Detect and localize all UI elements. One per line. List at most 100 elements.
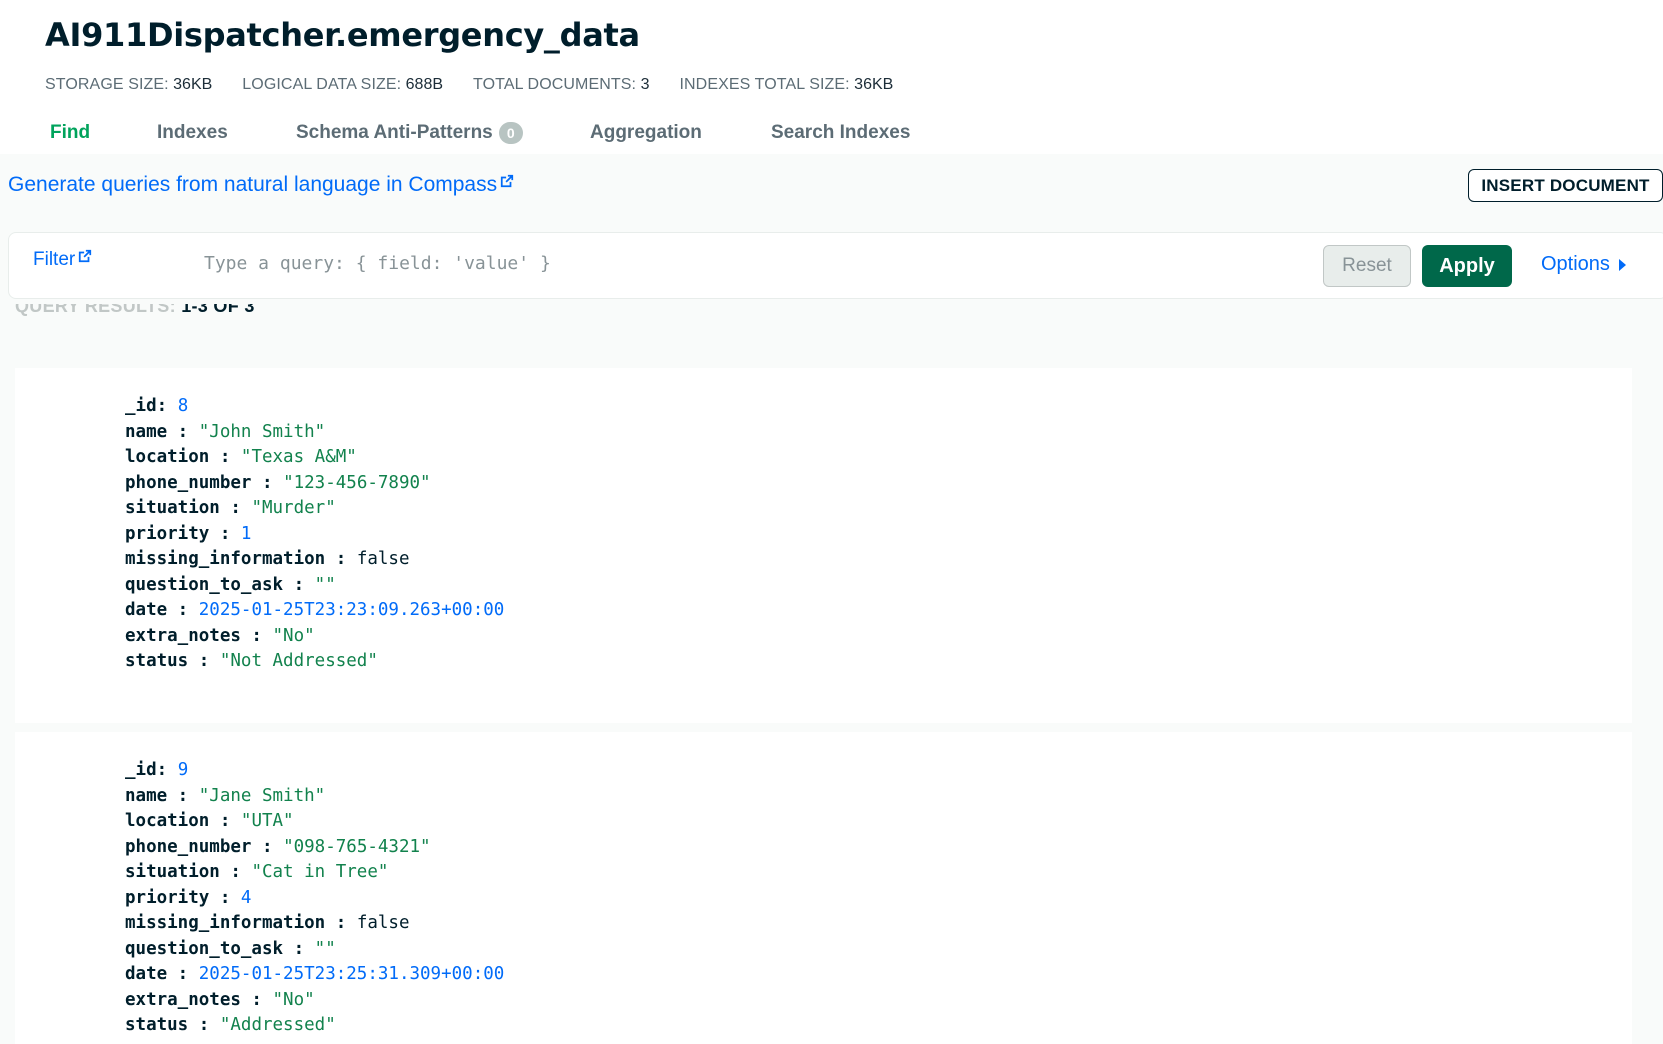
tab-search-indexes[interactable]: Search Indexes xyxy=(771,122,910,144)
field-priority: priority : 4 xyxy=(125,886,504,912)
document-card[interactable]: _id: 9 name : "Jane Smith" location : "U… xyxy=(15,732,1632,1044)
field-question-to-ask: question_to_ask : "" xyxy=(125,573,504,599)
field-value: 2025-01-25T23:23:09.263+00:00 xyxy=(198,600,505,620)
document-fields: _id: 8 name : "John Smith" location : "T… xyxy=(125,394,504,675)
field-key: location : xyxy=(125,811,231,831)
stat-storage-size: STORAGE SIZE: 36KB xyxy=(45,76,212,94)
apply-button[interactable]: Apply xyxy=(1422,245,1512,287)
field-value: "" xyxy=(314,938,336,959)
generate-queries-link[interactable]: Generate queries from natural language i… xyxy=(8,173,514,197)
field-value: "Cat in Tree" xyxy=(251,862,389,882)
field-value: "John Smith" xyxy=(198,421,326,442)
field-value: "Murder" xyxy=(251,498,336,518)
field-location: location : "Texas A&M" xyxy=(125,445,504,471)
caret-right-icon xyxy=(1618,258,1626,271)
field-status: status : "Not Addressed" xyxy=(125,649,504,675)
field-key: missing_information : xyxy=(125,913,347,933)
external-link-icon xyxy=(501,174,514,188)
field-value: 8 xyxy=(177,396,189,416)
tab-schema-anti-patterns[interactable]: Schema Anti-Patterns 0 xyxy=(296,122,523,144)
stat-key: INDEXES TOTAL SIZE: xyxy=(679,76,850,93)
tab-label: Schema Anti-Patterns xyxy=(296,122,493,143)
field-extra-notes: extra_notes : "No" xyxy=(125,988,504,1014)
options-label: Options xyxy=(1541,253,1610,275)
stat-value: 688B xyxy=(405,76,444,93)
field-key: extra_notes : xyxy=(125,989,262,1010)
field-key: priority : xyxy=(125,887,231,908)
field-key: phone_number : xyxy=(125,472,273,493)
field-value: 9 xyxy=(177,760,189,780)
stat-value: 36KB xyxy=(854,76,894,93)
field-date: date : 2025-01-25T23:25:31.309+00:00 xyxy=(125,962,504,988)
field-question-to-ask: question_to_ask : "" xyxy=(125,937,504,963)
field-key: status : xyxy=(125,651,210,671)
field-status: status : "Addressed" xyxy=(125,1013,504,1039)
field-extra-notes: extra_notes : "No" xyxy=(125,624,504,650)
query-input[interactable]: Type a query: { field: 'value' } xyxy=(204,253,551,274)
find-panel: Generate queries from natural language i… xyxy=(0,154,1663,1044)
tab-indexes[interactable]: Indexes xyxy=(157,122,228,144)
field-key: missing_information : xyxy=(125,549,347,569)
results-label: QUERY RESULTS: xyxy=(15,304,176,316)
field-key: question_to_ask : xyxy=(125,938,305,959)
field-key: status : xyxy=(125,1015,210,1035)
collection-stats: STORAGE SIZE: 36KB LOGICAL DATA SIZE: 68… xyxy=(45,76,923,94)
stat-indexes-total-size: INDEXES TOTAL SIZE: 36KB xyxy=(679,76,893,94)
field-value: "123-456-7890" xyxy=(283,472,431,493)
document-card[interactable]: _id: 8 name : "John Smith" location : "T… xyxy=(15,368,1632,723)
field-situation: situation : "Murder" xyxy=(125,496,504,522)
field-value: "Texas A&M" xyxy=(240,447,357,467)
field-value: "098-765-4321" xyxy=(283,836,431,857)
field-value: false xyxy=(356,549,410,569)
stat-value: 3 xyxy=(640,76,650,93)
field-phone-number: phone_number : "098-765-4321" xyxy=(125,835,504,861)
field-value: "Addressed" xyxy=(219,1015,336,1035)
stat-key: TOTAL DOCUMENTS: xyxy=(473,76,637,93)
field-key: situation : xyxy=(125,498,241,518)
filter-label: Filter xyxy=(33,249,76,270)
field-key: _id: xyxy=(125,396,168,416)
field-value: false xyxy=(356,913,410,933)
stat-value: 36KB xyxy=(173,76,213,93)
field-key: date : xyxy=(125,964,189,984)
field-key: location : xyxy=(125,447,231,467)
tab-find[interactable]: Find xyxy=(50,122,90,144)
field-key: extra_notes : xyxy=(125,625,262,646)
field-key: _id: xyxy=(125,760,168,780)
field-id: _id: 9 xyxy=(125,758,504,784)
field-name: name : "Jane Smith" xyxy=(125,784,504,810)
field-date: date : 2025-01-25T23:23:09.263+00:00 xyxy=(125,598,504,624)
field-key: situation : xyxy=(125,862,241,882)
results-range: 1-3 OF 3 xyxy=(181,304,255,316)
field-name: name : "John Smith" xyxy=(125,420,504,446)
filter-link[interactable]: Filter xyxy=(33,249,92,271)
field-priority: priority : 1 xyxy=(125,522,504,548)
field-location: location : "UTA" xyxy=(125,809,504,835)
field-value: "No" xyxy=(272,989,315,1010)
document-fields: _id: 9 name : "Jane Smith" location : "U… xyxy=(125,758,504,1039)
stat-total-documents: TOTAL DOCUMENTS: 3 xyxy=(473,76,649,94)
field-value: "UTA" xyxy=(240,811,294,831)
field-value: "No" xyxy=(272,625,315,646)
collection-title: AI911Dispatcher.emergency_data xyxy=(45,16,640,54)
field-value: 2025-01-25T23:25:31.309+00:00 xyxy=(198,964,505,984)
stat-logical-data-size: LOGICAL DATA SIZE: 688B xyxy=(242,76,443,94)
insert-document-button[interactable]: INSERT DOCUMENT xyxy=(1468,169,1663,202)
field-value: 4 xyxy=(240,887,252,908)
field-value: "Jane Smith" xyxy=(198,785,326,806)
tab-aggregation[interactable]: Aggregation xyxy=(590,122,702,144)
field-key: question_to_ask : xyxy=(125,574,305,595)
field-situation: situation : "Cat in Tree" xyxy=(125,860,504,886)
field-key: priority : xyxy=(125,523,231,544)
field-id: _id: 8 xyxy=(125,394,504,420)
field-missing-information: missing_information : false xyxy=(125,911,504,937)
results-scrollbar[interactable] xyxy=(1647,334,1663,1044)
generate-queries-label: Generate queries from natural language i… xyxy=(8,173,498,196)
field-value: "" xyxy=(314,574,336,595)
field-key: phone_number : xyxy=(125,836,273,857)
reset-button[interactable]: Reset xyxy=(1323,245,1411,287)
stat-key: LOGICAL DATA SIZE: xyxy=(242,76,402,93)
options-button[interactable]: Options xyxy=(1541,253,1626,276)
field-missing-information: missing_information : false xyxy=(125,547,504,573)
collection-tabs: Find Indexes Schema Anti-Patterns 0 Aggr… xyxy=(0,112,1663,154)
